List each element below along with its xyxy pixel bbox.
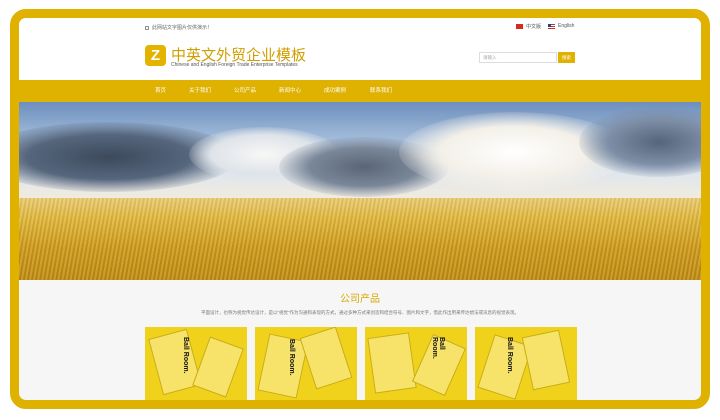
product-card[interactable]: Ball Room.: [255, 327, 357, 400]
product-card-text: Ball Room.: [182, 337, 189, 374]
product-card-text: Ball Room.: [431, 337, 445, 359]
product-card-paper: [299, 327, 353, 390]
logo-icon[interactable]: Z: [145, 45, 166, 66]
nav-item-news[interactable]: 新闻中心: [279, 80, 301, 102]
lang-cn-label: 中文版: [526, 24, 542, 30]
product-card-paper: [521, 329, 571, 391]
lang-switch-en[interactable]: English: [548, 23, 574, 29]
product-card[interactable]: Ball Room.: [145, 327, 247, 400]
lang-en-label: English: [558, 23, 575, 29]
search-button[interactable]: 搜索: [558, 52, 575, 63]
lang-switch-cn[interactable]: 中文版: [516, 23, 541, 30]
site-notice: 此网站文字图片仅供演示！: [145, 24, 212, 31]
us-flag-icon: [548, 23, 555, 29]
site-header: Z 中英文外贸企业模板 Chinese and English Foreign …: [19, 34, 701, 80]
hero-banner: [19, 102, 701, 280]
search-input[interactable]: 请输入: [479, 52, 557, 63]
nav-item-cases[interactable]: 成功案例: [324, 80, 346, 102]
nav-item-products[interactable]: 公司产品: [234, 80, 256, 102]
speaker-icon: [145, 25, 149, 30]
nav-item-home[interactable]: 首页: [155, 80, 166, 102]
top-bar: 此网站文字图片仅供演示！ 中文版 English: [19, 18, 701, 34]
wheat-texture: [19, 198, 701, 280]
nav-item-contact[interactable]: 联系我们: [370, 80, 392, 102]
product-card[interactable]: Ball Room.: [475, 327, 577, 400]
products-title: 公司产品: [340, 294, 380, 305]
nav-item-about[interactable]: 关于我们: [189, 80, 211, 102]
china-flag-icon: [516, 24, 523, 29]
browser-frame: 此网站文字图片仅供演示！ 中文版 English Z 中英文外贸企业模板 Chi…: [10, 9, 710, 409]
products-description: 平面设计，也称为视觉传达设计，是以“视觉”作为沟通和表现的方式，通过多种方式来创…: [201, 310, 519, 315]
product-card-paper: [192, 336, 244, 398]
main-nav: 首页 关于我们 公司产品 新闻中心 成功案例 联系我们: [19, 80, 701, 102]
site-notice-text: 此网站文字图片仅供演示！: [152, 25, 213, 31]
site-subtitle: Chinese and English Foreign Trade Enterp…: [171, 62, 298, 68]
product-card-text: Ball Room.: [506, 337, 513, 374]
page: 此网站文字图片仅供演示！ 中文版 English Z 中英文外贸企业模板 Chi…: [19, 18, 701, 400]
product-card-text: Ball Room.: [288, 339, 295, 376]
product-card-paper: [367, 332, 417, 394]
product-card[interactable]: Ball Room.: [365, 327, 467, 400]
